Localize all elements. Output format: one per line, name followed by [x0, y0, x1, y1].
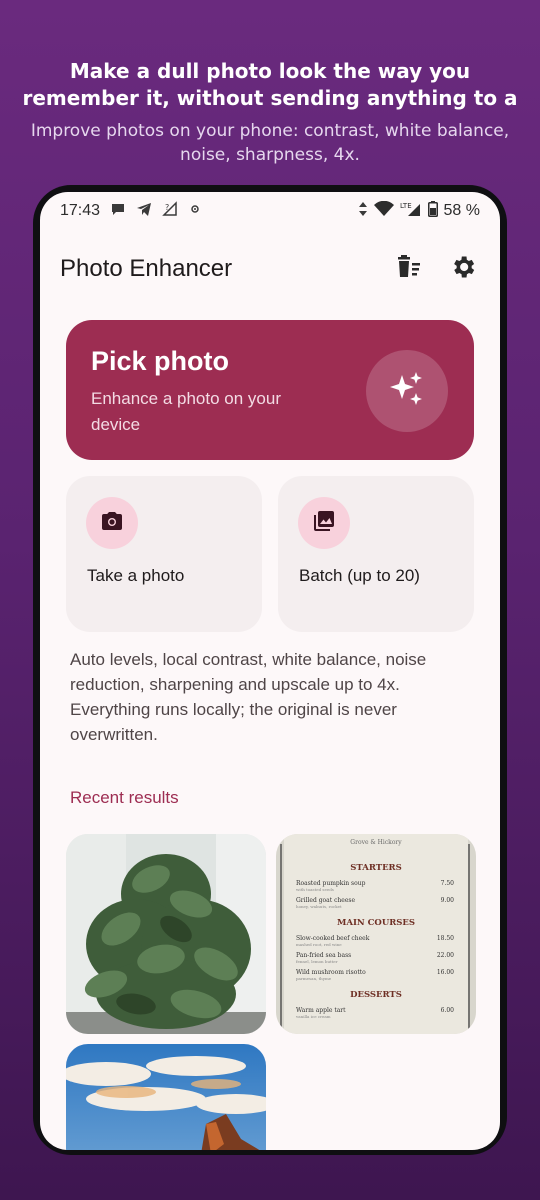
battery-percent: 58 %	[443, 202, 480, 219]
data-arrows-icon	[358, 201, 368, 222]
app-title: Photo Enhancer	[60, 255, 233, 282]
phone-screen: 17:43 ? LTE 58 % Photo Enhancer Pick pho…	[40, 192, 500, 1150]
recent-result-menu[interactable]: Grove & Hickory STARTERS Roasted pumpkin s…	[276, 834, 476, 1034]
feature-description: Auto levels, local contrast, white balan…	[70, 650, 427, 744]
menu-item-price: 7.50	[441, 880, 455, 887]
menu-item-name: Wild mushroom risotto	[296, 969, 366, 976]
menu-item-price: 6.00	[441, 1007, 455, 1014]
status-bar: 17:43 ? LTE 58 %	[40, 192, 500, 230]
signal-alert-icon: ?	[162, 200, 178, 222]
menu-item-note: parmesan, thyme	[296, 976, 332, 981]
svg-text:LTE: LTE	[400, 202, 412, 210]
promo-subheadline: Improve photos on your phone: contrast, …	[30, 121, 510, 165]
pick-photo-icon-circle	[366, 350, 448, 432]
menu-item-name: Grilled goat cheese	[296, 897, 355, 904]
sparkles-icon	[387, 369, 427, 413]
menu-section-title: DESSERTS	[350, 990, 402, 1000]
status-time: 17:43	[60, 202, 101, 219]
menu-item-name: Warm apple tart	[296, 1007, 346, 1014]
batch-icon-circle	[298, 497, 350, 549]
menu-section-title: MAIN COURSES	[337, 918, 415, 928]
take-photo-label: Take a photo	[87, 566, 185, 585]
battery-icon	[427, 200, 438, 222]
menu-item-note: with toasted seeds	[296, 887, 334, 892]
promo-headline: Make a dull photo look the way you remem…	[22, 59, 518, 110]
menu-photo: Grove & Hickory STARTERS Roasted pumpkin s…	[276, 834, 476, 1034]
take-photo-card[interactable]: Take a photo	[66, 476, 262, 632]
menu-item-price: 16.00	[437, 969, 454, 976]
menu-item-name: Pan-fried sea bass	[296, 952, 351, 959]
recent-results-title: Recent results	[70, 788, 179, 807]
batch-card[interactable]: Batch (up to 20)	[278, 476, 474, 632]
menu-item-note: mashed root, red wine	[296, 942, 342, 947]
photo-library-icon	[312, 509, 336, 537]
pick-photo-card[interactable]: Pick photo Enhance a photo on your devic…	[66, 320, 474, 460]
menu-item-price: 9.00	[441, 897, 455, 904]
recent-result-landscape[interactable]	[66, 1044, 266, 1150]
svg-text:?: ?	[165, 203, 169, 212]
menu-item-note: honey, walnuts, rocket	[296, 904, 342, 909]
wifi-icon	[373, 200, 394, 222]
chat-bubble-icon	[110, 201, 126, 222]
menu-section-title: STARTERS	[350, 863, 402, 873]
take-photo-icon-circle	[86, 497, 138, 549]
gear-icon	[449, 253, 477, 285]
menu-item-name: Slow-cooked beef cheek	[296, 935, 370, 942]
camera-icon	[100, 509, 124, 537]
eye-dot-icon	[188, 202, 202, 221]
menu-item-price: 18.50	[437, 935, 454, 942]
recent-result-plant[interactable]	[66, 834, 266, 1034]
pick-photo-title: Pick photo	[91, 346, 230, 376]
plant-photo	[66, 834, 266, 1034]
landscape-photo	[66, 1044, 266, 1150]
pick-photo-subtitle: Enhance a photo on your device	[91, 389, 281, 434]
menu-item-price: 22.00	[437, 952, 454, 959]
settings-button[interactable]	[446, 252, 480, 286]
app-bar: Photo Enhancer	[60, 247, 480, 291]
lte-signal-icon: LTE	[400, 201, 422, 222]
delete-list-icon	[395, 253, 423, 285]
clear-history-button[interactable]	[392, 252, 426, 286]
batch-label: Batch (up to 20)	[299, 566, 420, 585]
menu-item-name: Roasted pumpkin soup	[296, 880, 366, 887]
telegram-icon	[136, 201, 152, 222]
menu-header: Grove & Hickory	[350, 839, 402, 846]
menu-item-note: vanilla ice cream	[295, 1014, 331, 1019]
menu-item-note: fennel, lemon butter	[296, 959, 338, 964]
